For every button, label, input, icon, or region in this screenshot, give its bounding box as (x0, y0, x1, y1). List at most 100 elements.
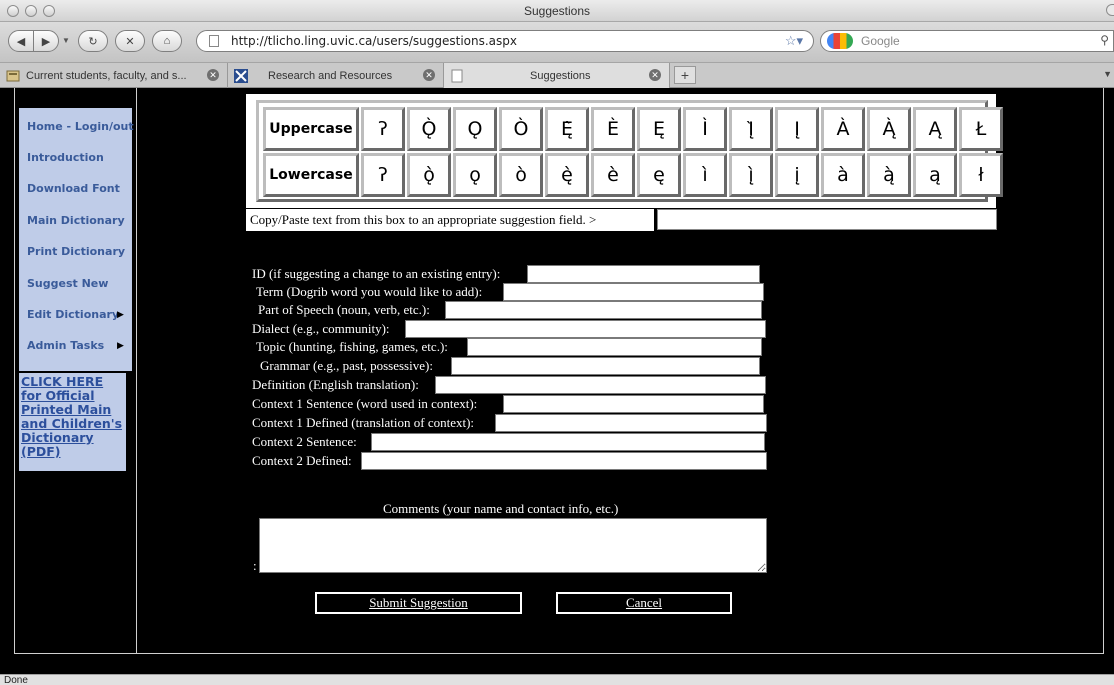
character-button[interactable]: ʔ (361, 107, 405, 151)
tab-current-students[interactable]: Current students, faculty, and s... ✕ (0, 63, 228, 88)
character-button[interactable]: Ę̀ (545, 107, 589, 151)
character-button[interactable]: ò (499, 153, 543, 197)
context2-sentence-input[interactable] (371, 433, 765, 451)
character-button[interactable]: Ą̀ (867, 107, 911, 151)
dialect-input[interactable] (405, 320, 766, 338)
sidebar-item-print-dictionary[interactable]: Print Dictionary (27, 245, 125, 258)
character-button[interactable]: Į (775, 107, 819, 151)
uppercase-label: Uppercase (263, 107, 359, 151)
reload-button[interactable]: ↻ (78, 30, 108, 52)
close-tab-icon[interactable]: ✕ (423, 69, 435, 81)
character-button[interactable]: À (821, 107, 865, 151)
term-input[interactable] (503, 283, 764, 301)
part-of-speech-label: Part of Speech (noun, verb, etc.): (258, 302, 430, 317)
official-dictionary-pdf-link[interactable]: CLICK HERE for Official Printed Main and… (21, 375, 125, 459)
character-button[interactable]: ʔ (361, 153, 405, 197)
sidebar-item-introduction[interactable]: Introduction (27, 151, 104, 164)
context1-sentence-input[interactable] (503, 395, 764, 413)
sidebar-item-suggest-new[interactable]: Suggest New (27, 277, 108, 290)
tab-list-icon[interactable]: ▼ (1103, 69, 1112, 79)
character-button[interactable]: ǫ (453, 153, 497, 197)
character-button[interactable]: ł (959, 153, 1003, 197)
tab-label: Research and Resources (268, 69, 393, 82)
sidebar-item-admin-tasks[interactable]: Admin Tasks (27, 339, 104, 352)
character-button[interactable]: è (591, 153, 635, 197)
address-bar[interactable]: http://tlicho.ling.uvic.ca/users/suggest… (196, 30, 814, 52)
context1-sentence-label: Context 1 Sentence (word used in context… (252, 396, 478, 411)
page-content: Home - Login/out Introduction Download F… (0, 88, 1114, 674)
character-button[interactable]: Ì (683, 107, 727, 151)
context2-defined-input[interactable] (361, 452, 767, 470)
character-button[interactable]: Ł (959, 107, 1003, 151)
page-icon (209, 35, 219, 47)
forward-button[interactable]: ▶ (33, 30, 59, 52)
sidebar-item-edit-dictionary[interactable]: Edit Dictionary (27, 308, 119, 321)
search-engine-icon[interactable] (827, 33, 853, 49)
character-button[interactable]: Ą (913, 107, 957, 151)
character-button[interactable]: ǫ̀ (407, 153, 451, 197)
sidebar-item-home[interactable]: Home - Login/out (27, 120, 134, 133)
character-button[interactable]: ę (637, 153, 681, 197)
dialect-label: Dialect (e.g., community): (252, 321, 390, 336)
sidebar-item-main-dictionary[interactable]: Main Dictionary (27, 214, 125, 227)
id-input[interactable] (527, 265, 760, 283)
submit-suggestion-button[interactable]: Submit Suggestion (315, 592, 522, 614)
term-label: Term (Dogrib word you would like to add)… (256, 284, 483, 299)
character-button[interactable]: Į̀ (729, 107, 773, 151)
character-button[interactable]: Ę (637, 107, 681, 151)
history-dropdown-icon[interactable]: ▼ (62, 36, 70, 45)
home-button[interactable]: ⌂ (152, 30, 182, 52)
context2-defined-label: Context 2 Defined: (252, 453, 352, 468)
grammar-input[interactable] (451, 357, 760, 375)
tab-research-resources[interactable]: Research and Resources ✕ (228, 63, 444, 88)
search-icon[interactable]: ⚲ (1100, 33, 1109, 47)
topic-input[interactable] (467, 338, 762, 356)
character-button[interactable]: ą̀ (867, 153, 911, 197)
comments-textarea[interactable] (259, 518, 767, 573)
back-arrow-icon: ◀ (16, 35, 26, 48)
lowercase-label: Lowercase (263, 153, 359, 197)
character-button[interactable]: Ò (499, 107, 543, 151)
character-button[interactable]: ę̀ (545, 153, 589, 197)
stop-button[interactable]: ✕ (115, 30, 145, 52)
comments-colon: : (253, 558, 257, 573)
character-button[interactable]: ì (683, 153, 727, 197)
pdf-link-box: CLICK HERE for Official Printed Main and… (19, 373, 126, 471)
topic-label: Topic (hunting, fishing, games, etc.): (256, 339, 448, 354)
part-of-speech-input[interactable] (445, 301, 762, 319)
url-text[interactable]: http://tlicho.ling.uvic.ca/users/suggest… (231, 34, 517, 48)
character-button[interactable]: à (821, 153, 865, 197)
bookmark-star-icon[interactable]: ☆▾ (785, 33, 803, 49)
definition-label: Definition (English translation): (252, 377, 419, 392)
sidebar-nav: Home - Login/out Introduction Download F… (19, 108, 134, 371)
character-button[interactable]: ą (913, 153, 957, 197)
close-tab-icon[interactable]: ✕ (207, 69, 219, 81)
definition-input[interactable] (435, 376, 766, 394)
back-button[interactable]: ◀ (8, 30, 34, 52)
character-button[interactable]: È (591, 107, 635, 151)
search-box[interactable]: Google ⚲ (820, 30, 1114, 52)
grammar-label: Grammar (e.g., past, possessive): (260, 358, 433, 373)
toolbar-toggle-button[interactable] (1106, 4, 1114, 16)
tab-suggestions[interactable]: Suggestions ✕ (444, 63, 670, 88)
context1-defined-input[interactable] (495, 414, 767, 432)
submenu-arrow-icon: ▶ (117, 340, 124, 350)
close-tab-icon[interactable]: ✕ (649, 69, 661, 81)
character-table: Uppercase ʔ Ǫ̀ Ǫ Ò Ę̀ È Ę Ì Į̀ Į À Ą̀ Ą Ł Lowercase ʔ ǫ̀… (256, 100, 1003, 202)
status-bar: Done (0, 674, 1114, 685)
copy-paste-box[interactable] (657, 209, 997, 230)
character-button[interactable]: Ǫ (453, 107, 497, 151)
reload-icon: ↻ (88, 35, 98, 48)
cancel-button[interactable]: Cancel (556, 592, 732, 614)
forward-arrow-icon: ▶ (41, 35, 51, 48)
sidebar-item-download-font[interactable]: Download Font (27, 182, 120, 195)
new-tab-button[interactable]: + (674, 66, 696, 84)
context1-defined-label: Context 1 Defined (translation of contex… (252, 415, 475, 430)
character-button[interactable]: į (775, 153, 819, 197)
character-button[interactable]: Ǫ̀ (407, 107, 451, 151)
tab-label: Current students, faculty, and s... (26, 69, 187, 82)
submenu-arrow-icon: ▶ (117, 309, 124, 319)
comments-label: Comments (your name and contact info, et… (383, 501, 619, 516)
id-label: ID (if suggesting a change to an existin… (252, 266, 501, 281)
character-button[interactable]: į̀ (729, 153, 773, 197)
